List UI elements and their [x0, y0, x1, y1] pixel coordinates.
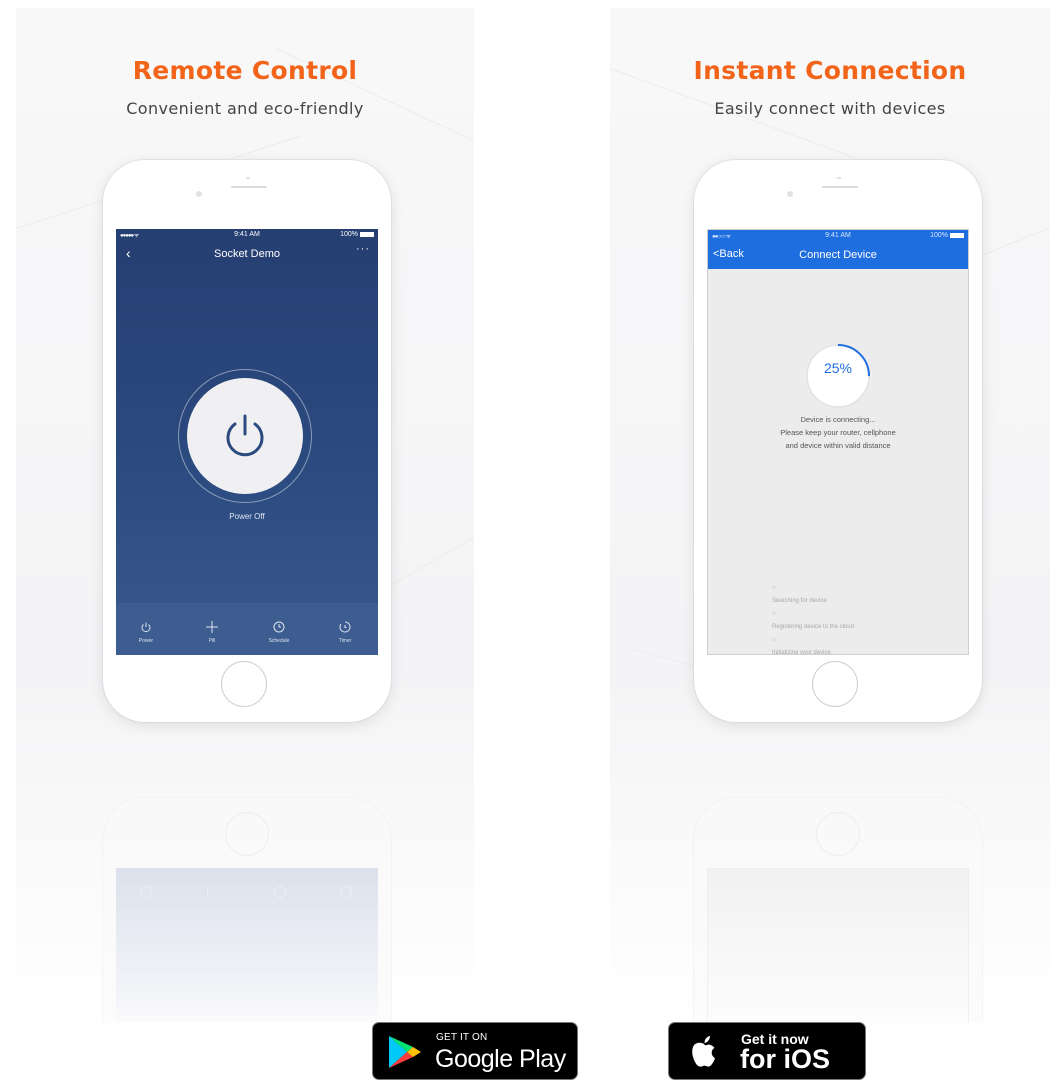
power-state-label: Power Off [229, 512, 265, 521]
tab-timer[interactable]: Timer [319, 603, 371, 644]
subheadline: Convenient and eco-friendly [126, 99, 364, 118]
battery-percent: 100% [340, 231, 358, 238]
subheadline: Easily connect with devices [714, 99, 946, 118]
bottom-tab-bar: Power Pill Schedule Timer [116, 603, 378, 655]
reflection-icon [207, 886, 218, 896]
status-time: 9:41 AM [234, 231, 260, 238]
battery-indicator: 100% [340, 231, 374, 238]
step-item: ○ Registering device to the cloud [772, 608, 854, 634]
plus-icon [206, 621, 218, 633]
tab-power[interactable]: Power [120, 603, 172, 644]
navigation-bar: ●●○○○ ᯤ 9:41 AM 100% <Back Connect Devic… [708, 230, 968, 269]
power-icon [226, 414, 264, 457]
app-store-badge[interactable]: Get it now for iOS [668, 1022, 866, 1080]
apple-icon [692, 1036, 715, 1067]
reflection-icon [140, 886, 152, 898]
reflection-icon [274, 886, 286, 898]
battery-icon [360, 231, 374, 237]
headline: Remote Control [132, 56, 358, 85]
screen-title: Connect Device [799, 249, 877, 261]
phone-reflection [103, 798, 391, 1023]
connect-device-screen: ●●○○○ ᯤ 9:41 AM 100% <Back Connect Devic… [707, 229, 969, 655]
status-bar: ●●●●● ᯤ 9:41 AM 100% [116, 229, 378, 241]
tab-label: Pill [208, 638, 216, 644]
step-item: ○ Searching for device [772, 582, 854, 608]
badge-small-text: GET IT ON [436, 1032, 488, 1043]
sensor-dot [837, 177, 841, 179]
battery-icon [950, 232, 964, 238]
timer-icon [339, 621, 351, 633]
tab-label: Timer [338, 638, 352, 644]
tab-label: Schedule [268, 638, 290, 644]
google-play-badge[interactable]: GET IT ON Google Play [372, 1022, 578, 1080]
status-bar: ●●○○○ ᯤ 9:41 AM 100% [708, 230, 968, 242]
earpiece-speaker [231, 186, 267, 188]
step-label: Initializing your device [772, 650, 831, 655]
badge-big-text: for iOS [740, 1044, 831, 1074]
screen-title: Socket Demo [213, 248, 281, 260]
instant-connection-panel: Instant Connection Easily connect with d… [610, 8, 1050, 1023]
tab-pill[interactable]: Pill [186, 603, 238, 644]
phone-mockup: ●●○○○ ᯤ 9:41 AM 100% <Back Connect Devic… [694, 160, 982, 722]
front-camera [196, 191, 202, 197]
step-label: Registering device to the cloud [772, 624, 855, 630]
battery-indicator: 100% [930, 232, 964, 239]
headline: Instant Connection [693, 56, 967, 85]
progress-ring [806, 344, 870, 408]
remote-control-panel: Remote Control Convenient and eco-friend… [16, 8, 474, 1023]
tab-label: Power [138, 638, 154, 644]
power-button[interactable] [178, 369, 312, 503]
step-label: Searching for device [772, 598, 827, 604]
step-item: ○ Initializing your device [772, 634, 854, 655]
phone-reflection [694, 798, 982, 1023]
google-play-icon [389, 1036, 421, 1068]
status-time: 9:41 AM [825, 232, 851, 239]
reflection-icon [340, 886, 352, 898]
socket-demo-screen: ●●●●● ᯤ 9:41 AM 100% ‹ Socket Demo ··· P… [116, 229, 378, 655]
reflection-screen [116, 868, 378, 1023]
progress-percent: 25% [823, 360, 853, 376]
connection-steps-list: ○ Searching for device ○ Registering dev… [772, 582, 854, 655]
reflection-home-button [816, 812, 860, 856]
badge-big-text: Google Play [435, 1045, 566, 1073]
tab-schedule[interactable]: Schedule [253, 603, 305, 644]
phone-mockup: ●●●●● ᯤ 9:41 AM 100% ‹ Socket Demo ··· P… [103, 160, 391, 722]
earpiece-speaker [822, 186, 858, 188]
status-message-line: and device within valid distance [785, 441, 891, 450]
battery-percent: 100% [930, 232, 948, 239]
status-message-line: Device is connecting... [800, 415, 876, 424]
reflection-screen [707, 868, 969, 1023]
home-button [812, 661, 858, 707]
power-button-disc[interactable] [187, 378, 303, 494]
status-message-line: Please keep your router, cellphone [780, 428, 896, 437]
sensor-dot [246, 177, 250, 179]
home-button [221, 661, 267, 707]
reflection-home-button [225, 812, 269, 856]
clock-icon [273, 621, 285, 633]
reflection-tab-icons [116, 886, 378, 900]
power-icon [141, 622, 151, 633]
more-menu-button[interactable]: ··· [356, 243, 370, 255]
front-camera [787, 191, 793, 197]
